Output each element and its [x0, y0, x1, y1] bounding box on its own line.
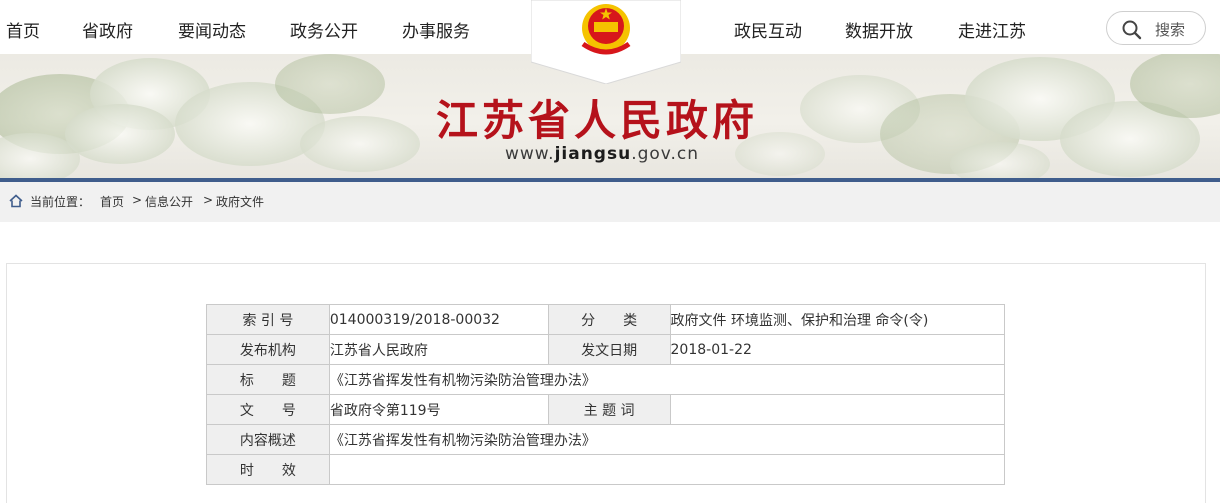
summary-label: 内容概述	[206, 424, 330, 455]
breadcrumb-separator: >	[203, 193, 214, 207]
breadcrumb-home[interactable]: 首页	[100, 193, 124, 210]
table-row: 内容概述 《江苏省挥发性有机物污染防治管理办法》	[206, 424, 1006, 455]
document-number-value: 省政府令第119号	[328, 394, 549, 425]
nav-about-jiangsu[interactable]: 走进江苏	[958, 17, 1026, 42]
breadcrumb: 当前位置： 首页 > 信息公开 > 政府文件	[0, 182, 1220, 222]
nav-open-data[interactable]: 数据开放	[845, 17, 913, 42]
publisher-label: 发布机构	[206, 334, 330, 365]
site-title: 江苏省人民政府	[436, 96, 759, 145]
issue-date-label: 发文日期	[547, 334, 671, 365]
nav-services[interactable]: 办事服务	[402, 17, 470, 42]
validity-value	[328, 454, 1006, 485]
document-meta-table: 索 引 号 014000319/2018-00032 分 类 政府文件 环境监测…	[206, 304, 1006, 485]
category-value: 政府文件 环境监测、保护和治理 命令(令)	[669, 304, 1006, 335]
table-row: 发布机构 江苏省人民政府 发文日期 2018-01-22	[206, 334, 1006, 365]
search-icon	[1122, 20, 1142, 40]
nav-news[interactable]: 要闻动态	[178, 17, 246, 42]
search-label: 搜索	[1155, 21, 1186, 39]
table-row: 索 引 号 014000319/2018-00032 分 类 政府文件 环境监测…	[206, 304, 1006, 335]
breadcrumb-gov-documents[interactable]: 政府文件	[216, 193, 264, 210]
site-url-main: jiangsu	[554, 144, 632, 164]
site-url: www.jiangsu.gov.cn	[505, 144, 699, 164]
index-number-label: 索 引 号	[206, 304, 330, 335]
title-label: 标 题	[206, 364, 330, 395]
index-number-value: 014000319/2018-00032	[328, 304, 549, 335]
keywords-value	[669, 394, 1006, 425]
publisher-value: 江苏省人民政府	[328, 334, 549, 365]
nav-home[interactable]: 首页	[6, 17, 40, 42]
table-row: 标 题 《江苏省挥发性有机物污染防治管理办法》	[206, 364, 1006, 395]
nav-interaction[interactable]: 政民互动	[734, 17, 802, 42]
national-emblem-icon	[531, 0, 681, 84]
category-label: 分 类	[547, 304, 671, 335]
title-value: 《江苏省挥发性有机物污染防治管理办法》	[328, 364, 1006, 395]
table-row: 文 号 省政府令第119号 主 题 词	[206, 394, 1006, 425]
issue-date-value: 2018-01-22	[669, 334, 1006, 365]
summary-value: 《江苏省挥发性有机物污染防治管理办法》	[328, 424, 1006, 455]
site-url-prefix: www.	[505, 144, 555, 164]
table-row: 时 效	[206, 454, 1006, 485]
validity-label: 时 效	[206, 454, 330, 485]
home-icon	[9, 194, 23, 208]
keywords-label: 主 题 词	[547, 394, 671, 425]
breadcrumb-info-open[interactable]: 信息公开	[145, 193, 193, 210]
document-number-label: 文 号	[206, 394, 330, 425]
nav-province-gov[interactable]: 省政府	[82, 17, 133, 42]
nav-open-gov[interactable]: 政务公开	[290, 17, 358, 42]
breadcrumb-separator: >	[132, 193, 143, 207]
search-button[interactable]: 搜索	[1106, 11, 1206, 45]
site-url-suffix: .gov.cn	[631, 144, 700, 164]
breadcrumb-label: 当前位置：	[30, 195, 91, 209]
